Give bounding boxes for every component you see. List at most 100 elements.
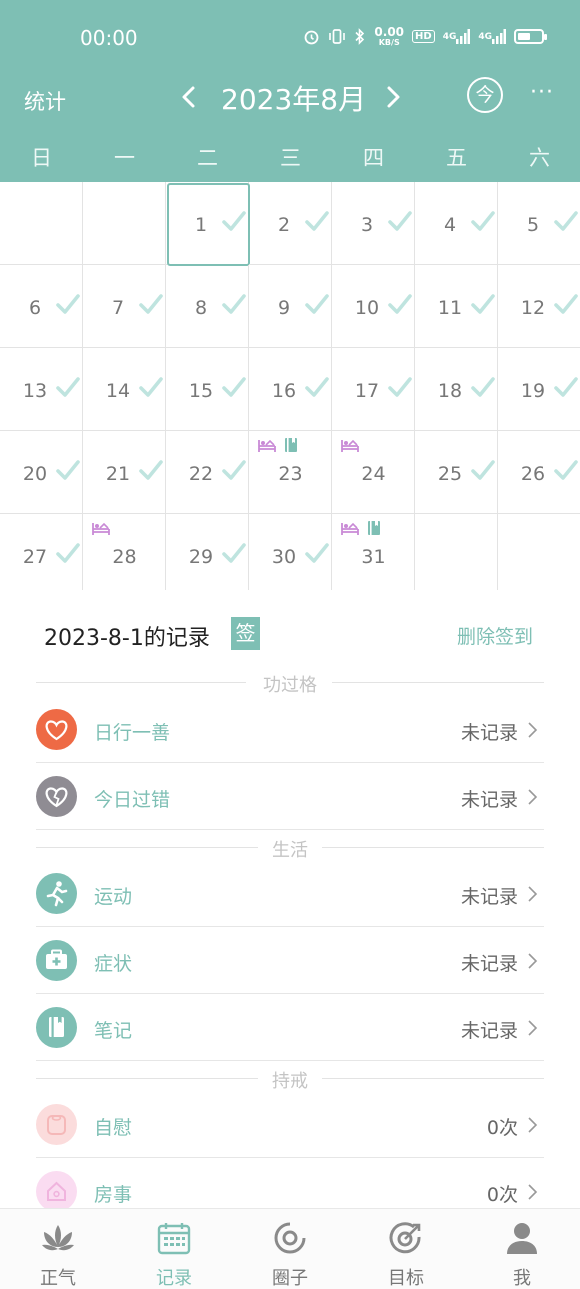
vibrate-icon bbox=[328, 28, 346, 45]
chevron-right-icon bbox=[387, 86, 400, 108]
nav-item-goal[interactable]: 目标 bbox=[348, 1209, 464, 1289]
calendar-day[interactable]: 26 bbox=[498, 431, 580, 514]
calendar-day[interactable]: 12 bbox=[498, 265, 580, 348]
row-label: 运动 bbox=[94, 886, 133, 908]
calendar-day[interactable]: 7 bbox=[83, 265, 166, 348]
lotus-icon bbox=[42, 1225, 74, 1251]
nav-label: 目标 bbox=[388, 1268, 424, 1289]
check-icon bbox=[305, 377, 329, 397]
calendar-empty-cell bbox=[0, 182, 83, 265]
calendar-day[interactable]: 28 bbox=[83, 514, 166, 590]
house-icon bbox=[36, 1171, 77, 1212]
calendar-day[interactable]: 18 bbox=[415, 348, 498, 431]
calendar-day[interactable]: 19 bbox=[498, 348, 580, 431]
row-value: 未记录 bbox=[460, 953, 518, 975]
section-label: 功过格 bbox=[263, 675, 317, 696]
header: 00:00 0.00 KB/S HD 4G 4G 统计 2023年8月 今 ··… bbox=[0, 0, 580, 182]
calendar-day[interactable]: 30 bbox=[249, 514, 332, 590]
nav-label: 我 bbox=[513, 1268, 531, 1289]
weekday-label: 二 bbox=[197, 146, 218, 170]
weekday-label: 日 bbox=[31, 146, 52, 170]
row-symptom[interactable]: 症状 未记录 bbox=[36, 927, 544, 994]
section-label: 持戒 bbox=[272, 1071, 308, 1092]
check-icon bbox=[471, 460, 495, 480]
calendar-day[interactable]: 20 bbox=[0, 431, 83, 514]
calendar-day[interactable]: 21 bbox=[83, 431, 166, 514]
nav-item-me[interactable]: 我 bbox=[464, 1209, 580, 1289]
calendar-day[interactable]: 9 bbox=[249, 265, 332, 348]
row-value: 未记录 bbox=[460, 789, 518, 811]
calendar-day[interactable]: 13 bbox=[0, 348, 83, 431]
chevron-right-icon bbox=[528, 1117, 538, 1133]
calendar-day[interactable]: 29 bbox=[166, 514, 249, 590]
stats-button[interactable]: 统计 bbox=[24, 86, 66, 116]
calendar-day[interactable]: 6 bbox=[0, 265, 83, 348]
check-icon bbox=[388, 377, 412, 397]
bed-mark-icon bbox=[341, 439, 359, 452]
today-button[interactable]: 今 bbox=[467, 77, 503, 113]
check-icon bbox=[56, 294, 80, 314]
calendar-day[interactable]: 14 bbox=[83, 348, 166, 431]
calendar-day[interactable]: 3 bbox=[332, 182, 415, 265]
row-label: 日行一善 bbox=[94, 722, 171, 744]
nav-item-circle[interactable]: 圈子 bbox=[232, 1209, 348, 1289]
chevron-right-icon bbox=[528, 886, 538, 902]
chevron-right-icon bbox=[528, 953, 538, 969]
bluetooth-icon bbox=[354, 28, 366, 45]
calendar-day[interactable]: 23 bbox=[249, 431, 332, 514]
row-note[interactable]: 笔记 未记录 bbox=[36, 994, 544, 1061]
row-masturbation[interactable]: 自慰 0次 bbox=[36, 1091, 544, 1158]
check-icon bbox=[222, 294, 246, 314]
broken-heart-icon bbox=[36, 776, 77, 817]
check-icon bbox=[554, 294, 578, 314]
row-mistake[interactable]: 今日过错 未记录 bbox=[36, 763, 544, 830]
calendar-day[interactable]: 5 bbox=[498, 182, 580, 265]
calendar-day[interactable]: 10 bbox=[332, 265, 415, 348]
toolbar: 统计 2023年8月 今 ··· bbox=[0, 76, 580, 120]
tissue-icon bbox=[36, 1104, 77, 1145]
bottom-nav: 正气 记录 圈子 目标 我 bbox=[0, 1208, 580, 1289]
battery-icon bbox=[514, 29, 547, 44]
row-exercise[interactable]: 运动 未记录 bbox=[36, 860, 544, 927]
calendar-day[interactable]: 1 bbox=[166, 182, 250, 266]
day-number: 23 bbox=[278, 463, 303, 485]
calendar-day[interactable]: 11 bbox=[415, 265, 498, 348]
calendar-day[interactable]: 15 bbox=[166, 348, 249, 431]
calendar-day[interactable]: 25 bbox=[415, 431, 498, 514]
prev-month-button[interactable] bbox=[174, 80, 204, 114]
next-month-button[interactable] bbox=[378, 80, 408, 114]
chevron-right-icon bbox=[528, 1184, 538, 1200]
notebook-icon bbox=[36, 1007, 77, 1048]
more-button[interactable]: ··· bbox=[530, 80, 554, 105]
net-speed: 0.00 KB/S bbox=[374, 25, 405, 47]
medical-kit-icon bbox=[36, 940, 77, 981]
check-icon bbox=[56, 460, 80, 480]
calendar-day[interactable]: 16 bbox=[249, 348, 332, 431]
calendar-day[interactable]: 4 bbox=[415, 182, 498, 265]
delete-checkin-button[interactable]: 删除签到 bbox=[457, 622, 533, 649]
nav-item-record[interactable]: 记录 bbox=[116, 1209, 232, 1289]
day-number: 31 bbox=[361, 546, 386, 568]
section-label: 生活 bbox=[272, 840, 308, 861]
calendar-day[interactable]: 31 bbox=[332, 514, 415, 590]
running-icon bbox=[36, 873, 77, 914]
row-label: 症状 bbox=[94, 953, 133, 975]
app-root: 00:00 0.00 KB/S HD 4G 4G 统计 2023年8月 今 ··… bbox=[0, 0, 580, 1289]
note-mark-icon bbox=[285, 438, 297, 452]
calendar-day[interactable]: 8 bbox=[166, 265, 249, 348]
check-icon bbox=[554, 460, 578, 480]
section-merit: 功过格 bbox=[36, 671, 544, 696]
calendar-day[interactable]: 2 bbox=[249, 182, 332, 265]
status-time: 00:00 bbox=[80, 26, 138, 50]
nav-item-zhengqi[interactable]: 正气 bbox=[0, 1209, 116, 1289]
nav-label: 圈子 bbox=[272, 1268, 308, 1289]
check-icon bbox=[305, 294, 329, 314]
calendar-day[interactable]: 22 bbox=[166, 431, 249, 514]
row-value: 未记录 bbox=[460, 722, 518, 744]
calendar-day[interactable]: 17 bbox=[332, 348, 415, 431]
calendar-day[interactable]: 27 bbox=[0, 514, 83, 590]
calendar-day[interactable]: 24 bbox=[332, 431, 415, 514]
row-good-deed[interactable]: 日行一善 未记录 bbox=[36, 696, 544, 763]
alarm-icon bbox=[303, 28, 320, 45]
heart-icon bbox=[36, 709, 77, 750]
